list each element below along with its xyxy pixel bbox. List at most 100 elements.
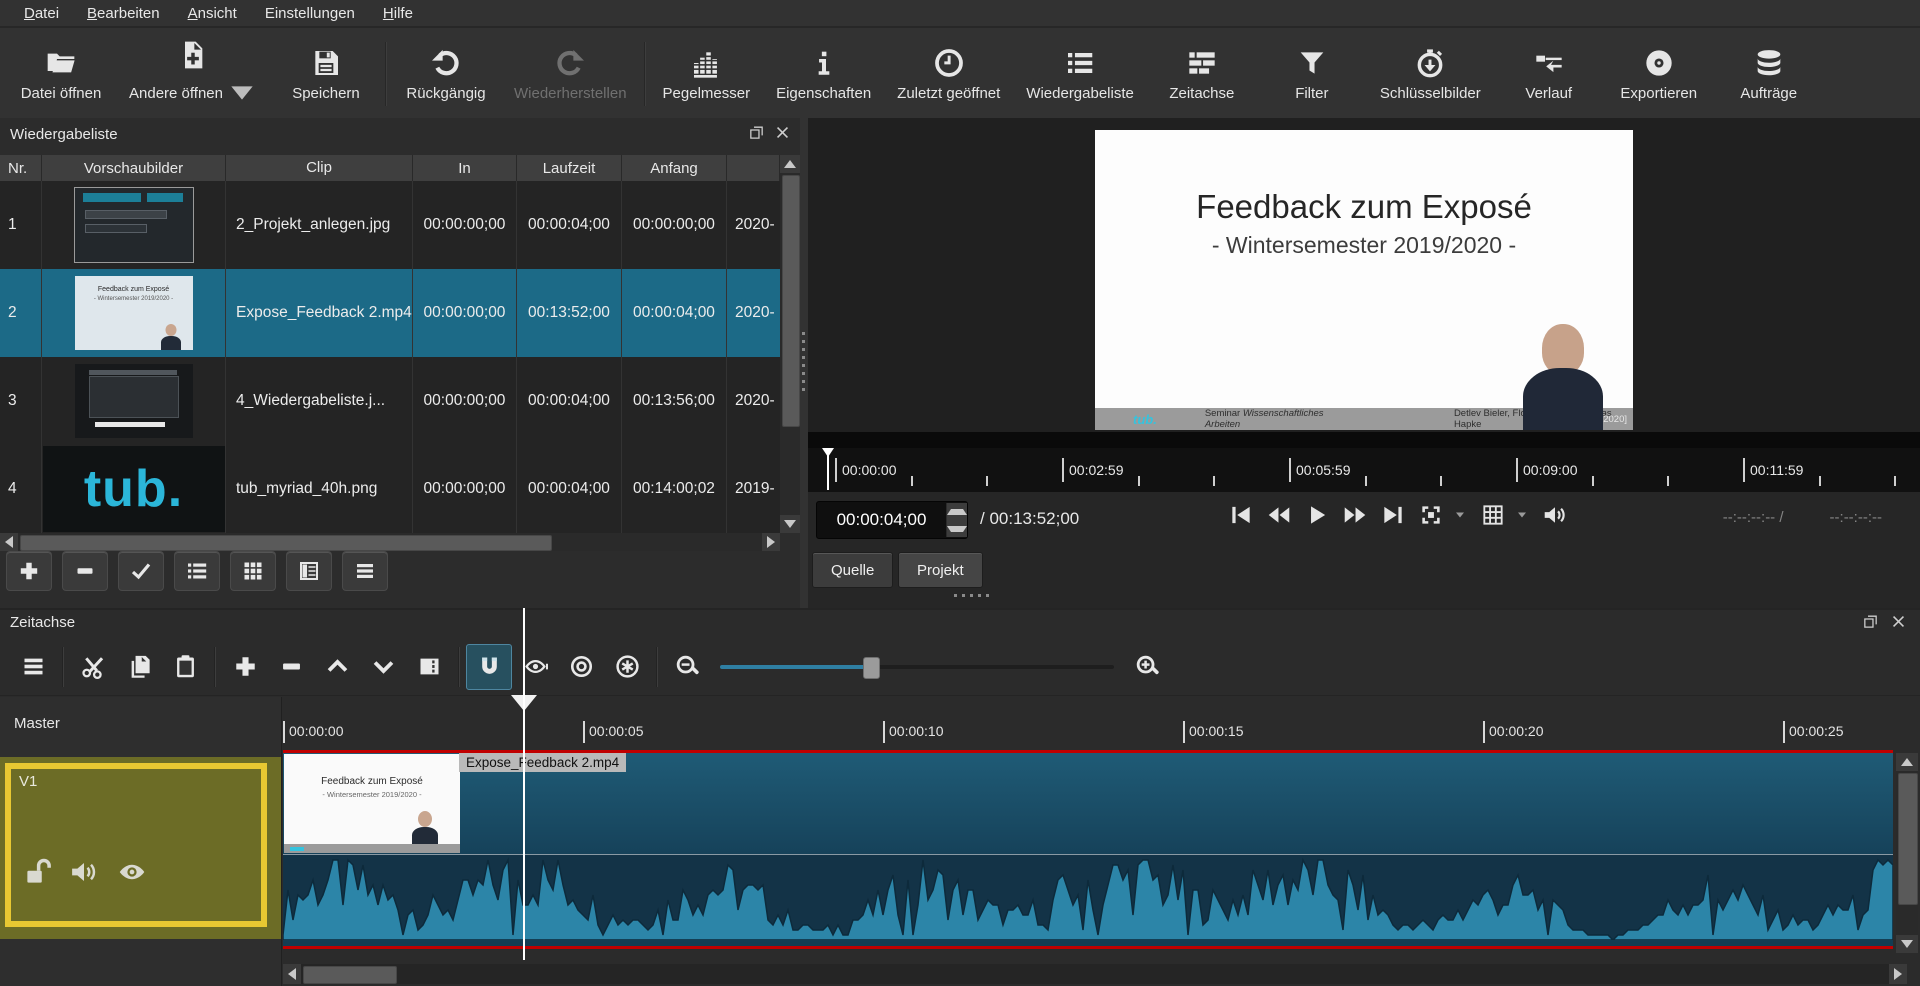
current-position[interactable]: 00:00:04;00: [817, 510, 946, 530]
timeline-zoom-out-button[interactable]: [664, 644, 710, 690]
timeline-copy-button[interactable]: [116, 644, 162, 690]
timeline-hscroll-right[interactable]: [1889, 964, 1907, 984]
timeline-overwrite-button[interactable]: [360, 644, 406, 690]
playlist-view-icons-button[interactable]: [230, 551, 276, 591]
toolbar-button-timeline[interactable]: Zeitachse: [1147, 43, 1257, 106]
toolbar-button-recent[interactable]: Zuletzt geöffnet: [884, 43, 1013, 106]
timeline-lift-button[interactable]: [314, 644, 360, 690]
menu-datei[interactable]: Datei: [12, 3, 71, 24]
timeline-ripple-delete-button[interactable]: [268, 644, 314, 690]
track-mute-icon[interactable]: [69, 857, 99, 887]
menu-einstellungen[interactable]: Einstellungen: [253, 3, 367, 24]
timecode-spin-up[interactable]: [947, 503, 967, 520]
playlist-add-button[interactable]: [6, 551, 52, 591]
timeline-timeline-menu-button[interactable]: [10, 644, 56, 690]
column-header-clip[interactable]: Clip: [226, 155, 413, 181]
playlist-hscroll-right[interactable]: [762, 533, 780, 551]
timeline-zoom-slider[interactable]: [720, 644, 1114, 690]
column-header-in[interactable]: In: [413, 155, 517, 181]
playlist-row-3[interactable]: 3 4_Wiedergabeliste.j... 00:00:00;00 00:…: [0, 357, 780, 446]
timeline-zoom-in-button[interactable]: [1124, 644, 1170, 690]
timeline-float-icon[interactable]: [1862, 613, 1879, 630]
timeline-hscroll-thumb[interactable]: [303, 966, 397, 984]
play-button[interactable]: [1304, 502, 1330, 528]
timeline-close-icon[interactable]: [1890, 613, 1907, 630]
menu-ansicht[interactable]: Ansicht: [176, 3, 249, 24]
volume-button[interactable]: [1542, 502, 1568, 528]
timeline-cut-button[interactable]: [70, 644, 116, 690]
skip-next-button[interactable]: [1380, 502, 1406, 528]
menu-bearbeiten[interactable]: Bearbeiten: [75, 3, 172, 24]
playlist-row-4[interactable]: 4 tub. tub_myriad_40h.png 00:00:00;00 00…: [0, 445, 780, 534]
scrubber-playhead[interactable]: [822, 448, 834, 460]
toolbar-button-keyframes[interactable]: Schlüsselbilder: [1367, 43, 1494, 106]
playlist-menu-button[interactable]: [342, 551, 388, 591]
playlist-float-icon[interactable]: [748, 124, 765, 141]
toolbar-button-save[interactable]: Speichern: [271, 43, 381, 106]
track-hide-icon[interactable]: [117, 857, 147, 887]
playlist-remove-button[interactable]: [62, 551, 108, 591]
timeline-vscroll-down[interactable]: [1896, 935, 1918, 953]
zoom-fit-dropdown-icon[interactable]: [1452, 509, 1468, 521]
playlist-view-details-button[interactable]: [174, 551, 220, 591]
playlist-vscrollbar[interactable]: [780, 155, 800, 533]
skip-previous-button[interactable]: [1228, 502, 1254, 528]
toolbar-button-filters[interactable]: Filter: [1257, 43, 1367, 106]
timeline-snap-button[interactable]: [466, 644, 512, 690]
toolbar-button-history[interactable]: Verlauf: [1494, 43, 1604, 106]
playlist-hscroll-left[interactable]: [0, 533, 18, 551]
fast-forward-button[interactable]: [1342, 502, 1368, 528]
grid-dropdown-icon[interactable]: [1514, 509, 1530, 521]
toolbar-button-export[interactable]: Exportieren: [1604, 43, 1714, 106]
timeline-paste-button[interactable]: [162, 644, 208, 690]
timeline-vscroll-thumb[interactable]: [1898, 773, 1918, 905]
timeline-scrub-while-dragging-button[interactable]: [512, 644, 558, 690]
toolbar-button-jobs[interactable]: Aufträge: [1714, 43, 1824, 106]
column-header-anfang[interactable]: Anfang: [622, 155, 727, 181]
timeline-append-button[interactable]: [222, 644, 268, 690]
playlist-row-1[interactable]: 1 2_Projekt_anlegen.jpg 00:00:00;00 00:0…: [0, 181, 780, 270]
playlist-vscroll-up[interactable]: [780, 155, 800, 173]
column-header-laufzeit[interactable]: Laufzeit: [517, 155, 622, 181]
zoom-fit-button[interactable]: [1418, 502, 1444, 528]
playlist-view-tiles-button[interactable]: [286, 551, 332, 591]
track-lock-icon[interactable]: [23, 857, 53, 887]
playlist-row-2-selected[interactable]: 2 Feedback zum Exposé- Wintersemester 20…: [0, 269, 780, 358]
toolbar-button-open-other[interactable]: Andere öffnen: [116, 35, 271, 113]
timeline-hscroll-left[interactable]: [283, 964, 301, 984]
timecode-spinbox[interactable]: 00:00:04;00: [816, 501, 968, 539]
grid-button[interactable]: [1480, 502, 1506, 528]
preview-splitter-handle[interactable]: [954, 594, 994, 597]
column-header-vorschaubilder[interactable]: Vorschaubilder: [42, 155, 226, 181]
toolbar-button-playlist[interactable]: Wiedergabeliste: [1013, 43, 1147, 106]
timeline-ripple-button[interactable]: [558, 644, 604, 690]
timeline-split-button[interactable]: [406, 644, 452, 690]
timeline-ripple-all-tracks-button[interactable]: [604, 644, 650, 690]
rewind-button[interactable]: [1266, 502, 1292, 528]
playlist-hscrollbar[interactable]: [0, 533, 780, 551]
timeline-vscrollbar[interactable]: [1896, 753, 1918, 953]
column-header-nr[interactable]: Nr.: [0, 155, 42, 181]
timeline-vscroll-up[interactable]: [1896, 753, 1918, 771]
playlist-close-icon[interactable]: [774, 124, 791, 141]
menu-hilfe[interactable]: Hilfe: [371, 3, 425, 24]
column-header-date[interactable]: [727, 155, 780, 181]
v1-track-head-current[interactable]: V1: [0, 757, 281, 939]
playlist-vscroll-thumb[interactable]: [782, 175, 800, 427]
timeline-hscrollbar[interactable]: [283, 964, 1893, 984]
master-track-head[interactable]: Master: [0, 697, 281, 757]
timecode-spinner[interactable]: [946, 503, 967, 537]
zoom-slider-handle[interactable]: [863, 657, 880, 679]
panel-splitter-handle[interactable]: [802, 332, 805, 396]
tab-projekt[interactable]: Projekt: [898, 552, 983, 588]
playlist-vscroll-down[interactable]: [780, 515, 800, 533]
toolbar-button-properties[interactable]: Eigenschaften: [763, 43, 884, 106]
timecode-spin-down[interactable]: [947, 520, 967, 537]
preview-scrubber[interactable]: 00:00:0000:02:5900:05:5900:09:0000:11:59: [808, 448, 1920, 492]
toolbar-button-audio-meter[interactable]: Pegelmesser: [650, 43, 764, 106]
playlist-update-button[interactable]: [118, 551, 164, 591]
timeline-playhead-line[interactable]: [523, 608, 525, 960]
toolbar-button-undo[interactable]: Rückgängig: [391, 43, 501, 106]
tab-quelle[interactable]: Quelle: [812, 552, 893, 588]
toolbar-button-open-file[interactable]: Datei öffnen: [6, 43, 116, 106]
